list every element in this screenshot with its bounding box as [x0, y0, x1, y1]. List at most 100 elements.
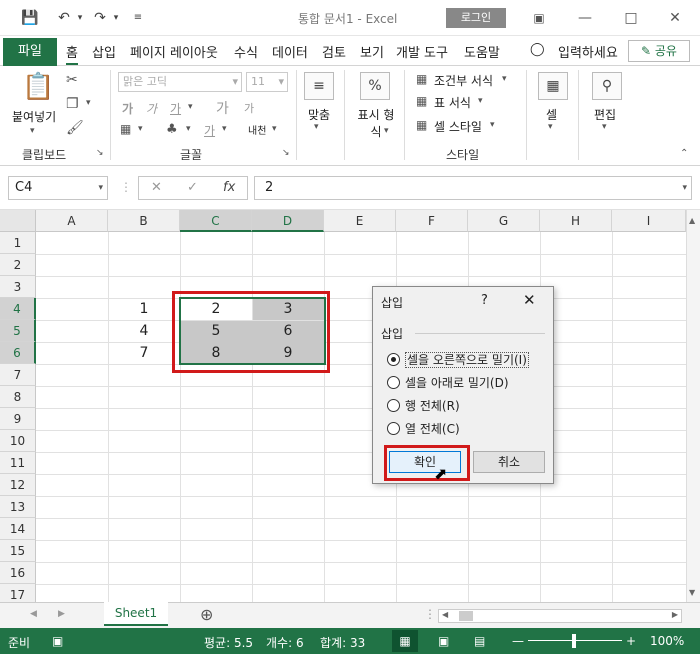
border-icon[interactable]: ▦: [120, 122, 131, 136]
column-header-e[interactable]: E: [324, 210, 396, 232]
zoom-in-icon[interactable]: +: [626, 634, 636, 648]
option-entire-row[interactable]: 행 전체(R): [387, 397, 460, 415]
editing-button[interactable]: 편집: [594, 106, 616, 123]
add-sheet-icon[interactable]: ⊕: [200, 605, 213, 624]
login-button[interactable]: 로그인: [446, 8, 506, 28]
cancel-button[interactable]: 취소: [473, 451, 545, 473]
page-layout-view-icon[interactable]: ▣: [438, 634, 449, 648]
row-header-7[interactable]: 7: [0, 364, 36, 386]
cells-button[interactable]: 셀: [546, 106, 557, 123]
collapse-ribbon-icon[interactable]: ⌃: [680, 148, 688, 159]
decrease-font-button[interactable]: 가: [244, 100, 254, 116]
row-header-6[interactable]: 6: [0, 342, 36, 364]
cell-b4[interactable]: 1: [108, 298, 180, 320]
normal-view-icon[interactable]: ▦: [392, 630, 418, 652]
tab-file[interactable]: 파일: [3, 38, 57, 66]
radio-selected-icon[interactable]: [387, 353, 400, 366]
increase-font-button[interactable]: 가: [216, 98, 229, 118]
horizontal-scrollbar[interactable]: ◀ ▶: [438, 609, 682, 623]
paste-button[interactable]: 붙여넣기: [12, 108, 56, 125]
copy-dropdown-icon[interactable]: ▾: [86, 98, 91, 108]
tab-data[interactable]: 데이터: [272, 42, 308, 61]
paste-icon[interactable]: 📋: [22, 72, 54, 102]
formula-input[interactable]: 2 ▾: [254, 176, 692, 200]
scroll-left-icon[interactable]: ◀: [442, 610, 448, 619]
editing-dropdown-icon[interactable]: ▾: [602, 122, 607, 132]
paste-dropdown-icon[interactable]: ▾: [30, 126, 35, 136]
row-header-4[interactable]: 4: [0, 298, 36, 320]
row-header-13[interactable]: 13: [0, 496, 36, 518]
scroll-thumb[interactable]: [459, 611, 473, 621]
font-launcher-icon[interactable]: ↘: [282, 148, 290, 158]
row-header-14[interactable]: 14: [0, 518, 36, 540]
conditional-format-dropdown-icon[interactable]: ▾: [502, 74, 507, 84]
option-entire-column[interactable]: 열 전체(C): [387, 420, 460, 438]
cell-style-dropdown-icon[interactable]: ▾: [490, 120, 495, 130]
conditional-format-button[interactable]: 조건부 서식: [434, 72, 493, 89]
redo-dropdown-icon[interactable]: ▾: [106, 8, 126, 28]
share-button[interactable]: ✎ 공유: [628, 40, 690, 62]
scroll-down-icon[interactable]: ▼: [689, 588, 695, 597]
worksheet-grid[interactable]: A B C D E F G H I 1 2 3 4 5 6 7 8 9 10 1…: [0, 210, 700, 602]
column-header-a[interactable]: A: [36, 210, 108, 232]
macro-record-icon[interactable]: ▣: [52, 634, 63, 648]
phonetic-button[interactable]: 내천: [248, 122, 266, 137]
column-header-f[interactable]: F: [396, 210, 468, 232]
radio-icon[interactable]: [387, 376, 400, 389]
select-all-corner[interactable]: [0, 210, 36, 232]
save-icon[interactable]: 💾: [20, 8, 40, 28]
cell-b5[interactable]: 4: [108, 320, 180, 342]
tell-me-box[interactable]: 입력하세요: [558, 42, 618, 61]
row-header-15[interactable]: 15: [0, 540, 36, 562]
page-break-view-icon[interactable]: ▤: [474, 634, 485, 648]
ribbon-display-icon[interactable]: ▣: [528, 8, 550, 28]
column-header-h[interactable]: H: [540, 210, 612, 232]
percent-icon[interactable]: %: [360, 72, 390, 100]
underline-button[interactable]: 가: [170, 100, 181, 117]
row-header-2[interactable]: 2: [0, 254, 36, 276]
border-dropdown-icon[interactable]: ▾: [138, 124, 143, 134]
number-format-dropdown-icon[interactable]: ▾: [384, 126, 389, 136]
clipboard-launcher-icon[interactable]: ↘: [96, 148, 104, 158]
table-format-button[interactable]: 표 서식: [434, 94, 471, 111]
format-painter-icon[interactable]: 🖌: [66, 120, 84, 136]
minimize-icon[interactable]: —: [574, 8, 596, 28]
dialog-close-icon[interactable]: ✕: [523, 291, 536, 309]
cells-dropdown-icon[interactable]: ▾: [548, 122, 553, 132]
sheet-tab-sheet1[interactable]: Sheet1: [104, 602, 168, 626]
column-header-g[interactable]: G: [468, 210, 540, 232]
tab-home[interactable]: 홈: [66, 42, 78, 65]
table-format-dropdown-icon[interactable]: ▾: [478, 96, 483, 106]
bold-button[interactable]: 가: [122, 100, 133, 117]
option-shift-down[interactable]: 셀을 아래로 밀기(D): [387, 374, 509, 392]
tab-help[interactable]: 도움말: [464, 42, 500, 61]
row-header-5[interactable]: 5: [0, 320, 36, 342]
tab-formulas[interactable]: 수식: [234, 42, 258, 61]
lightbulb-icon[interactable]: ◯: [530, 42, 545, 57]
row-header-9[interactable]: 9: [0, 408, 36, 430]
search-icon[interactable]: ⚲: [592, 72, 622, 100]
cancel-icon[interactable]: ✕: [151, 180, 162, 195]
alignment-icon[interactable]: ≡: [304, 72, 334, 100]
zoom-slider-thumb[interactable]: [572, 634, 576, 648]
italic-button[interactable]: 가: [146, 100, 157, 117]
dialog-help-button[interactable]: ?: [481, 293, 488, 308]
radio-icon[interactable]: [387, 399, 400, 412]
font-name-combo[interactable]: 맑은 고딕 ▾: [118, 72, 242, 92]
zoom-level[interactable]: 100%: [650, 634, 684, 648]
cell-style-button[interactable]: 셀 스타일: [434, 118, 482, 135]
scroll-right-icon[interactable]: ▶: [672, 610, 678, 619]
tab-developer[interactable]: 개발 도구: [396, 42, 448, 61]
vertical-scrollbar[interactable]: ▲ ▼: [686, 210, 700, 602]
font-color-dropdown-icon[interactable]: ▾: [222, 124, 227, 134]
underline-dropdown-icon[interactable]: ▾: [188, 102, 193, 112]
column-header-b[interactable]: B: [108, 210, 180, 232]
row-header-11[interactable]: 11: [0, 452, 36, 474]
undo-dropdown-icon[interactable]: ▾: [70, 8, 90, 28]
sheet-next-icon[interactable]: ▶: [58, 609, 65, 619]
maximize-icon[interactable]: □: [620, 8, 642, 28]
option-shift-right[interactable]: 셀을 오른쪽으로 밀기(I): [387, 351, 529, 369]
cells-icon[interactable]: ▦: [538, 72, 568, 100]
tab-review[interactable]: 검토: [322, 42, 346, 61]
row-header-10[interactable]: 10: [0, 430, 36, 452]
